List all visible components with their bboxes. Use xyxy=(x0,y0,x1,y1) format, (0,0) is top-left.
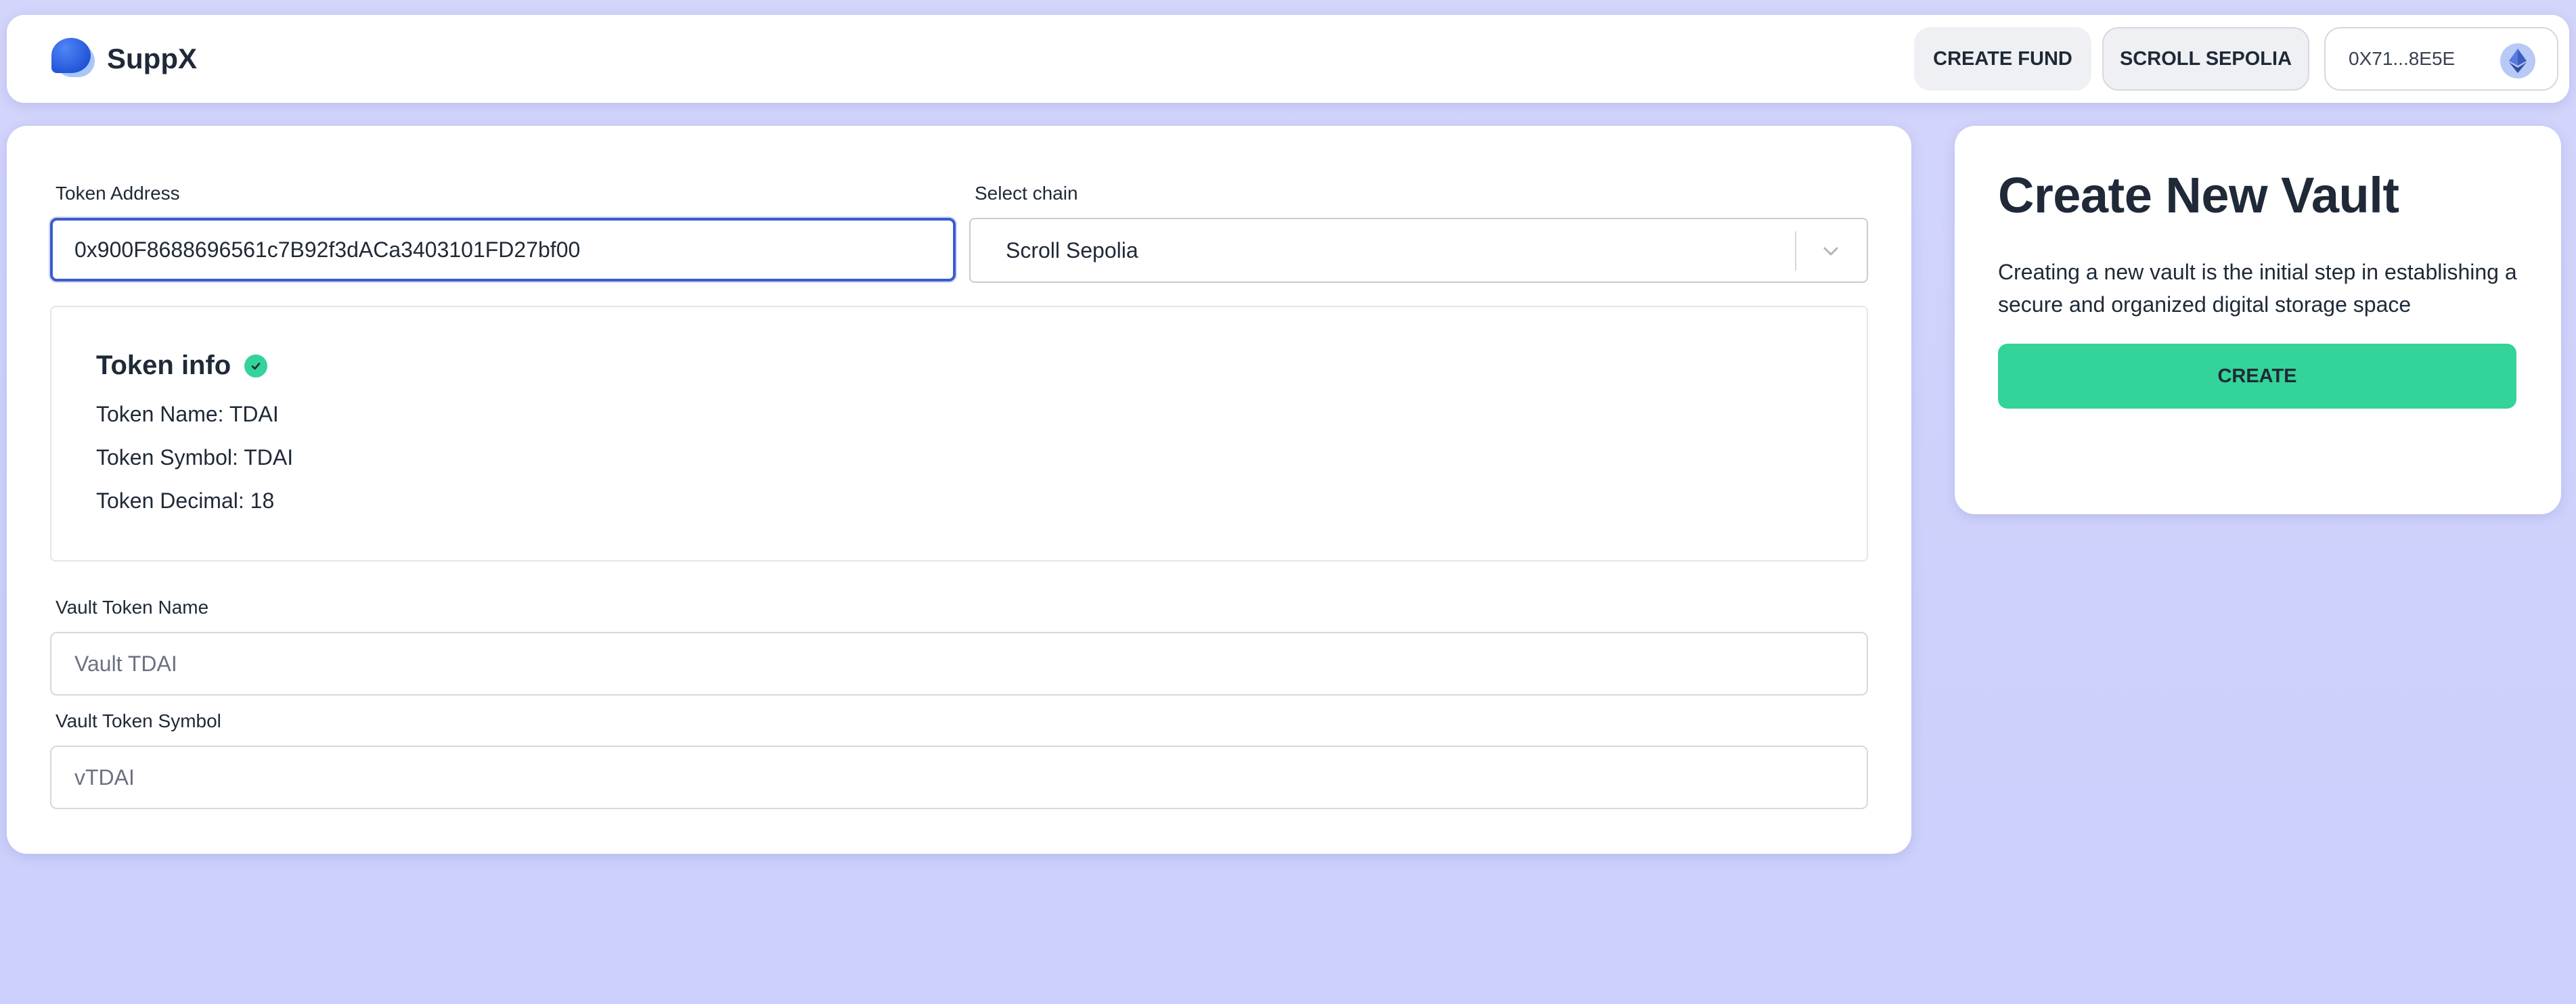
token-decimal-line: Token Decimal: 18 xyxy=(96,488,275,513)
token-symbol-line: Token Symbol: TDAI xyxy=(96,445,294,470)
select-chain-label: Select chain xyxy=(975,183,1078,204)
vault-token-symbol-label: Vault Token Symbol xyxy=(55,710,221,731)
create-fund-button[interactable]: CREATE FUND xyxy=(1914,27,2091,91)
token-address-label: Token Address xyxy=(55,183,180,204)
top-navbar: SuppX CREATE FUND SCROLL SEPOLIA 0X71...… xyxy=(7,15,2569,103)
token-info-panel: Token info Token Name: TDAI Token Symbol… xyxy=(50,306,1868,562)
chain-select[interactable]: Scroll Sepolia xyxy=(969,218,1868,283)
vault-form-card: Token Address Select chain Scroll Sepoli… xyxy=(7,126,1911,854)
chevron-down-icon[interactable] xyxy=(1819,239,1842,263)
create-vault-button[interactable]: CREATE xyxy=(1998,344,2516,409)
token-info-title: Token info xyxy=(96,350,268,381)
check-circle-icon xyxy=(244,354,268,378)
token-info-heading: Token info xyxy=(96,350,231,380)
chain-select-value: Scroll Sepolia xyxy=(1006,238,1138,263)
create-vault-title: Create New Vault xyxy=(1998,167,2399,223)
brand-name: SuppX xyxy=(107,43,197,74)
suppx-logo-icon xyxy=(47,35,97,83)
account-address: 0X71...8E5E xyxy=(2349,48,2456,69)
select-divider xyxy=(1795,231,1796,271)
vault-token-symbol-input[interactable] xyxy=(50,746,1868,809)
token-name-line: Token Name: TDAI xyxy=(96,402,279,426)
vault-token-name-label: Vault Token Name xyxy=(55,597,209,618)
create-vault-description: Creating a new vault is the initial step… xyxy=(1998,260,2517,317)
ethereum-avatar-icon xyxy=(2500,43,2535,78)
account-button[interactable]: 0X71...8E5E xyxy=(2324,27,2558,91)
brand[interactable]: SuppX xyxy=(47,35,197,83)
vault-token-name-input[interactable] xyxy=(50,632,1868,695)
network-button[interactable]: SCROLL SEPOLIA xyxy=(2102,27,2309,91)
token-address-input[interactable] xyxy=(50,218,956,281)
create-vault-card: Create New Vault Creating a new vault is… xyxy=(1955,126,2561,514)
